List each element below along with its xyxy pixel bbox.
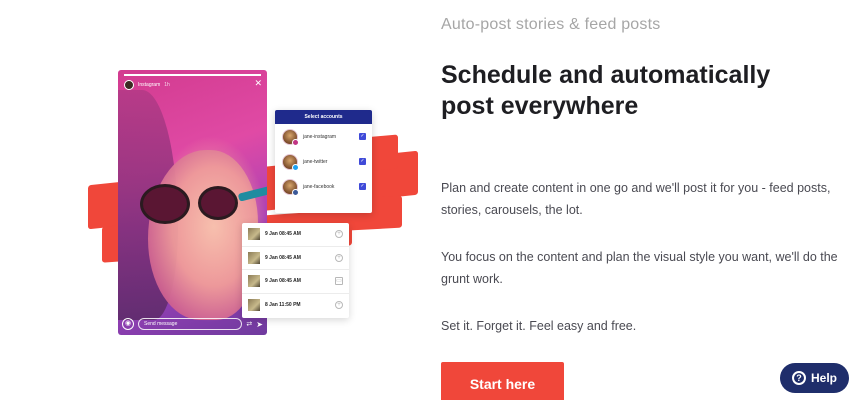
schedule-item: 9 Jan 08:45 AM + — [242, 223, 349, 247]
page-title: Schedule and automatically post everywhe… — [441, 61, 771, 120]
checkbox-checked-icon: ✓ — [359, 183, 366, 190]
post-thumbnail — [248, 228, 260, 241]
schedule-item: 8 Jan 11:50 PM + — [242, 294, 349, 318]
story-progress-bar — [124, 74, 261, 76]
instagram-badge-icon — [292, 138, 299, 146]
send-icon: ➤ — [256, 319, 263, 329]
select-accounts-title: Select accounts — [275, 110, 372, 124]
facebook-badge-icon — [292, 188, 299, 196]
post-thumbnail — [248, 251, 260, 264]
avatar — [282, 178, 299, 196]
story-header: Instagram 1h — [124, 80, 170, 90]
help-label: Help — [810, 371, 837, 385]
avatar — [124, 80, 134, 90]
account-row: jane-instagram ✓ — [275, 124, 372, 149]
options-icon: ⇄ — [246, 321, 253, 328]
checkbox-checked-icon: ✓ — [359, 158, 366, 165]
account-row: jane-facebook ✓ — [275, 174, 372, 199]
plus-icon: + — [335, 301, 343, 310]
account-name: jane-twitter — [303, 158, 328, 165]
start-here-button[interactable]: Start here — [441, 362, 564, 400]
story-username: Instagram — [138, 82, 161, 88]
plus-icon: + — [335, 253, 343, 262]
schedule-date: 9 Jan 08:45 AM — [265, 278, 301, 285]
schedule-date: 9 Jan 08:45 AM — [265, 231, 301, 238]
sunglasses-graphic — [138, 180, 267, 226]
avatar — [282, 128, 299, 146]
post-thumbnail — [248, 299, 260, 312]
page: Instagram 1h ✕ ◉ Send message ⇄ ➤ Select… — [0, 0, 863, 400]
post-thumbnail — [248, 275, 260, 288]
schedule-queue-card: 9 Jan 08:45 AM + 9 Jan 08:45 AM + 9 Jan … — [242, 223, 349, 318]
twitter-badge-icon — [292, 163, 299, 171]
account-row: jane-twitter ✓ — [275, 149, 372, 174]
close-icon: ✕ — [254, 78, 262, 88]
plus-icon: + — [335, 230, 343, 239]
message-field: Send message — [138, 318, 243, 330]
schedule-item: 9 Jan 08:45 AM + — [242, 247, 349, 270]
account-name: jane-instagram — [303, 133, 337, 140]
schedule-item: 9 Jan 08:45 AM ▭ — [242, 270, 349, 294]
story-time: 1h — [164, 82, 170, 88]
help-button[interactable]: ? Help — [780, 363, 849, 393]
story-footer: ◉ Send message ⇄ ➤ — [122, 317, 263, 331]
checkbox-checked-icon: ✓ — [359, 133, 366, 140]
camera-icon: ◉ — [122, 318, 134, 330]
description-paragraph: You focus on the content and plan the vi… — [441, 250, 838, 286]
section-eyebrow: Auto-post stories & feed posts — [441, 16, 661, 33]
schedule-date: 8 Jan 11:50 PM — [265, 302, 301, 309]
account-name: jane-facebook — [303, 183, 335, 190]
description-paragraph: Plan and create content in one go and we… — [441, 181, 831, 217]
description-paragraph: Set it. Forget it. Feel easy and free. — [441, 319, 637, 333]
illustration: Instagram 1h ✕ ◉ Send message ⇄ ➤ Select… — [82, 68, 422, 338]
question-circle-icon: ? — [791, 371, 806, 385]
schedule-date: 9 Jan 08:45 AM — [265, 254, 301, 261]
avatar — [282, 153, 299, 171]
image-icon: ▭ — [335, 277, 343, 286]
select-accounts-card: Select accounts jane-instagram ✓ jane-tw… — [275, 110, 372, 213]
